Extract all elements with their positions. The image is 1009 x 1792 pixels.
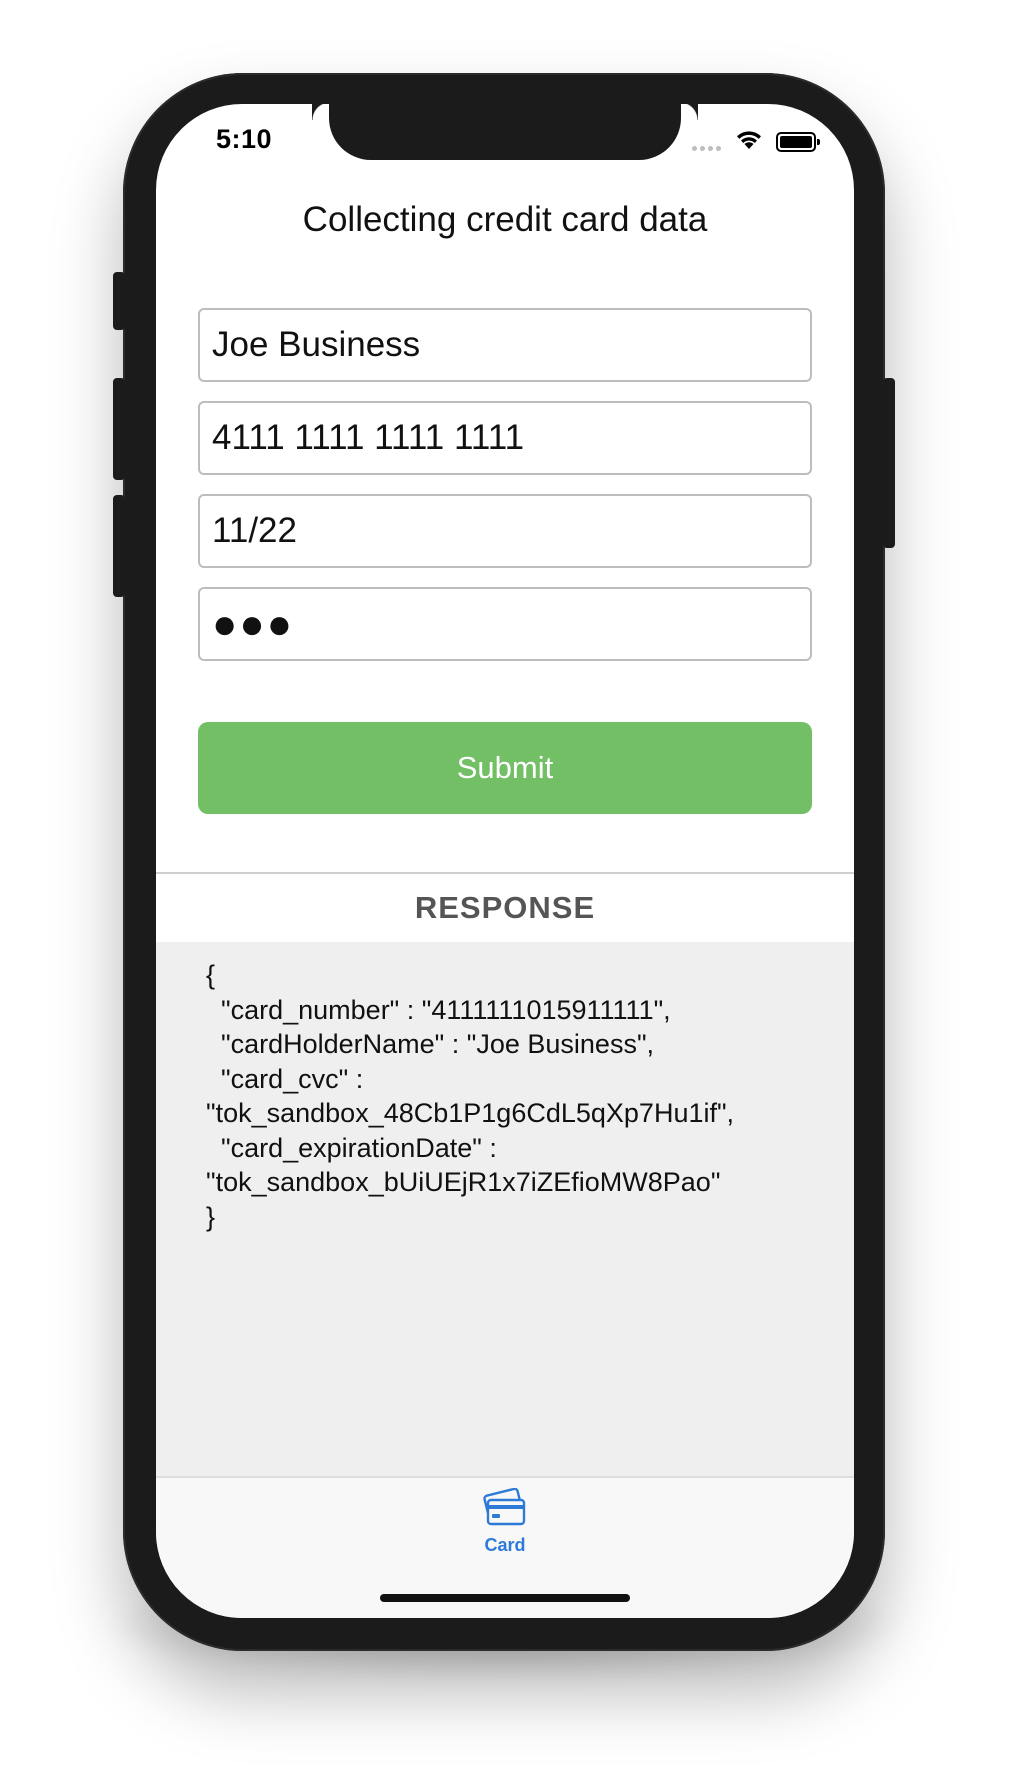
submit-button[interactable]: Submit xyxy=(198,722,812,814)
tab-card-label: Card xyxy=(484,1535,526,1555)
home-indicator[interactable] xyxy=(380,1594,630,1602)
cvc-field[interactable] xyxy=(198,587,812,661)
tab-card[interactable]: Card xyxy=(465,1487,545,1556)
cvc-input[interactable] xyxy=(200,589,810,659)
wifi-icon xyxy=(737,131,761,149)
card-number-field[interactable] xyxy=(198,401,812,475)
response-panel[interactable]: { "card_number" : "4111111015911111", "c… xyxy=(156,942,854,1476)
battery-icon xyxy=(776,132,820,152)
power-button xyxy=(883,378,895,548)
cardholder-name-input[interactable] xyxy=(200,310,810,380)
volume-down-button xyxy=(113,495,125,597)
status-time: 5:10 xyxy=(216,124,273,154)
card-number-input[interactable] xyxy=(200,403,810,473)
silent-switch xyxy=(113,272,125,330)
notch xyxy=(329,104,698,160)
cardholder-name-field[interactable] xyxy=(198,308,812,382)
volume-up-button xyxy=(113,378,125,480)
credit-card-icon xyxy=(483,1487,526,1526)
page-title: Collecting credit card data xyxy=(302,200,708,239)
cellular-signal-icon xyxy=(692,146,721,151)
phone-screen: 5:10 Collecting credit card data Submit … xyxy=(156,104,854,1618)
expiration-date-field[interactable] xyxy=(198,494,812,568)
section-divider xyxy=(156,872,854,874)
response-json: { "card_number" : "4111111015911111", "c… xyxy=(206,960,735,1232)
response-heading: RESPONSE xyxy=(414,890,596,925)
expiration-date-input[interactable] xyxy=(200,496,810,566)
